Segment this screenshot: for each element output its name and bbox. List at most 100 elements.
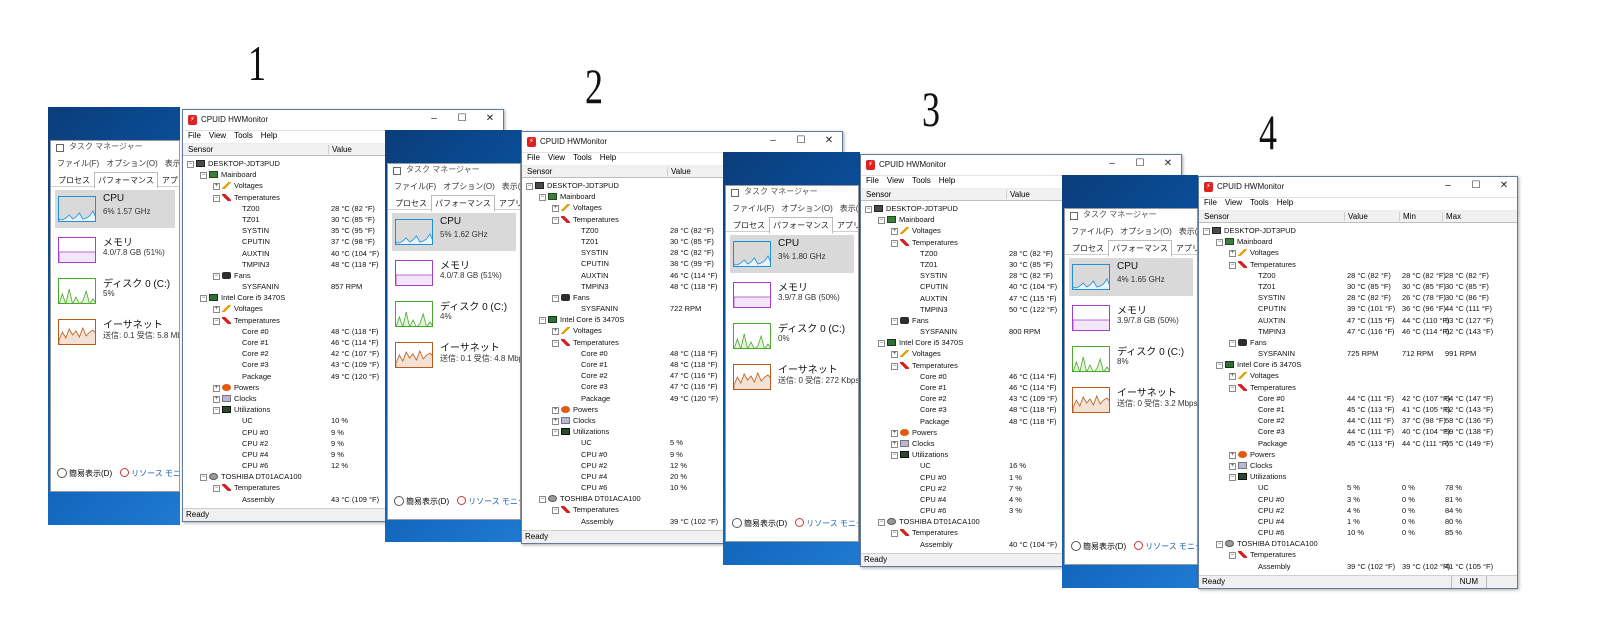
maximize-button[interactable]: ☐ (1129, 158, 1151, 169)
menu-item-file[interactable]: File (188, 131, 201, 140)
sensor-row[interactable]: AUXTIN 47 °C (115 °F) 44 °C (110 °F) 53 °C … (1199, 315, 1517, 326)
collapse-toggle-icon[interactable]: − (213, 194, 220, 202)
tree-node[interactable]: − Intel Core i5 3470S (1199, 359, 1517, 370)
tree-node[interactable]: + Voltages (1199, 247, 1517, 258)
column-header-min[interactable]: Min (1399, 212, 1416, 221)
simple-view-link[interactable]: 簡易表示(D) (1083, 542, 1126, 551)
tab-1[interactable]: パフォーマンス (94, 172, 158, 189)
perf-item-net[interactable]: イーサネット送信: 0.1 受信: 5.8 Mbps (55, 313, 179, 351)
expand-toggle-icon[interactable]: + (891, 351, 898, 359)
collapse-toggle-icon[interactable]: − (1216, 362, 1223, 370)
collapse-toggle-icon[interactable]: − (878, 519, 885, 527)
simple-view-link[interactable]: 簡易表示(D) (744, 519, 787, 528)
resource-monitor-link[interactable]: リソース モニター (1145, 542, 1197, 551)
tree-node[interactable]: + Powers (1199, 449, 1517, 460)
sensor-row[interactable]: CPUTIN 39 °C (101 °F) 36 °C (96 °F) 44 °C (… (1199, 303, 1517, 314)
menu-item-view[interactable]: View (1225, 198, 1242, 207)
sensor-row[interactable]: SYSFANIN 725 RPM 712 RPM 991 RPM (1199, 348, 1517, 359)
collapse-toggle-icon[interactable]: − (213, 317, 220, 325)
collapse-icon[interactable] (57, 468, 67, 478)
menu-item[interactable]: オプション(O) (781, 204, 833, 213)
collapse-toggle-icon[interactable]: − (1229, 384, 1236, 392)
minimize-button[interactable]: – (1101, 158, 1123, 169)
tree-node[interactable]: − Utilizations (1199, 471, 1517, 482)
expand-toggle-icon[interactable]: + (1229, 373, 1236, 381)
perf-item-disk[interactable]: ディスク 0 (C:) 4% (392, 295, 516, 333)
sensor-row[interactable]: Core #3 44 °C (111 °F) 40 °C (104 °F) 59 °C… (1199, 426, 1517, 437)
expand-toggle-icon[interactable]: + (552, 328, 559, 336)
collapse-toggle-icon[interactable]: − (213, 272, 220, 280)
collapse-icon[interactable] (1071, 541, 1081, 551)
sensor-row[interactable]: CPU #2 4 % 0 % 84 % (1199, 505, 1517, 516)
collapse-toggle-icon[interactable]: − (1229, 261, 1236, 269)
close-button[interactable]: ✕ (1157, 158, 1179, 169)
tab-0[interactable]: プロセス (392, 196, 430, 211)
perf-item-cpu[interactable]: CPU 6% 1.57 GHz (55, 190, 175, 228)
menu-item-tools[interactable]: Tools (1250, 198, 1269, 207)
collapse-toggle-icon[interactable]: − (539, 496, 546, 504)
menu-item-view[interactable]: View (887, 176, 904, 185)
column-header-sensor[interactable]: Sensor (1201, 212, 1229, 221)
collapse-toggle-icon[interactable]: − (891, 452, 898, 460)
collapse-toggle-icon[interactable]: − (200, 295, 207, 303)
menu-item[interactable]: オプション(O) (1120, 227, 1172, 236)
sensor-row[interactable]: TZ01 30 °C (85 °F) 30 °C (85 °F) 30 °C (85 … (1199, 281, 1517, 292)
column-header-sensor[interactable]: Sensor (185, 145, 213, 154)
expand-toggle-icon[interactable]: + (552, 406, 559, 414)
collapse-toggle-icon[interactable]: − (891, 362, 898, 370)
collapse-toggle-icon[interactable]: − (1229, 339, 1236, 347)
close-button[interactable]: ✕ (818, 135, 840, 146)
expand-toggle-icon[interactable]: + (1229, 462, 1236, 470)
simple-view-link[interactable]: 簡易表示(D) (406, 497, 449, 506)
collapse-toggle-icon[interactable]: − (891, 239, 898, 247)
column-header-max[interactable]: Max (1442, 212, 1461, 221)
tree-node[interactable]: − Mainboard (1199, 236, 1517, 247)
menu-item-file[interactable]: File (527, 153, 540, 162)
perf-item-net[interactable]: イーサネット 送信: 0 受信: 3.2 Mbps (1069, 381, 1197, 419)
perf-item-cpu[interactable]: CPU 5% 1.62 GHz (392, 213, 516, 251)
collapse-toggle-icon[interactable]: − (526, 183, 533, 190)
collapse-toggle-icon[interactable]: − (552, 429, 559, 437)
collapse-toggle-icon[interactable]: − (1229, 474, 1236, 482)
sensor-row[interactable]: CPU #6 10 % 0 % 85 % (1199, 527, 1517, 538)
sensor-row[interactable]: Assembly 39 °C (102 °F) 39 °C (102 °F) 41 °… (1199, 561, 1517, 572)
expand-toggle-icon[interactable]: + (1229, 451, 1236, 459)
collapse-toggle-icon[interactable]: − (1216, 541, 1223, 549)
sensor-row[interactable]: SYSTIN 28 °C (82 °F) 26 °C (78 °F) 30 °C (8… (1199, 292, 1517, 303)
tree-node[interactable]: + Clocks (1199, 460, 1517, 471)
tree-node[interactable]: − Temperatures (1199, 259, 1517, 270)
menu-item-view[interactable]: View (548, 153, 565, 162)
menu-item[interactable]: ファイル(F) (394, 182, 436, 191)
collapse-toggle-icon[interactable]: − (1216, 239, 1223, 247)
tab-0[interactable]: プロセス (1069, 241, 1107, 256)
collapse-icon[interactable] (394, 496, 404, 506)
menu-item[interactable]: 表示(V) (165, 159, 179, 168)
menu-item[interactable]: オプション(O) (443, 182, 495, 191)
perf-item-disk[interactable]: ディスク 0 (C:) 0% (730, 317, 854, 355)
tab-1[interactable]: パフォーマンス (431, 195, 495, 212)
collapse-toggle-icon[interactable]: − (539, 317, 546, 325)
sensor-row[interactable]: CPU #4 1 % 0 % 80 % (1199, 516, 1517, 527)
tab-2[interactable]: アプリの履歴 (496, 196, 520, 211)
collapse-toggle-icon[interactable]: − (891, 317, 898, 325)
collapse-toggle-icon[interactable]: − (187, 161, 194, 168)
column-header-sensor[interactable]: Sensor (863, 190, 891, 199)
expand-toggle-icon[interactable]: + (213, 395, 220, 403)
maximize-button[interactable]: ☐ (451, 113, 473, 124)
menu-item-tools[interactable]: Tools (573, 153, 592, 162)
collapse-toggle-icon[interactable]: − (891, 530, 898, 538)
expand-toggle-icon[interactable]: + (1229, 250, 1236, 258)
menu-item[interactable]: オプション(O) (106, 159, 158, 168)
perf-item-cpu[interactable]: CPU 3% 1.80 GHz (730, 235, 854, 273)
perf-item-disk[interactable]: ディスク 0 (C:) 5% (55, 272, 175, 310)
menu-item[interactable]: ファイル(F) (732, 204, 774, 213)
menu-item[interactable]: ファイル(F) (57, 159, 99, 168)
sensor-row[interactable]: TMPIN3 47 °C (116 °F) 46 °C (114 °F) 62 °C … (1199, 326, 1517, 337)
tab-0[interactable]: プロセス (55, 173, 93, 188)
perf-item-net[interactable]: イーサネット 送信: 0.1 受信: 4.8 Mbps (392, 336, 520, 374)
tree-node[interactable]: − Temperatures (1199, 549, 1517, 560)
perf-item-disk[interactable]: ディスク 0 (C:) 8% (1069, 340, 1193, 378)
sensor-row[interactable]: Core #2 44 °C (111 °F) 37 °C (98 °F) 58 °C … (1199, 415, 1517, 426)
perf-item-cpu[interactable]: CPU 4% 1.65 GHz (1069, 258, 1193, 296)
column-header-sensor[interactable]: Sensor (524, 167, 552, 176)
